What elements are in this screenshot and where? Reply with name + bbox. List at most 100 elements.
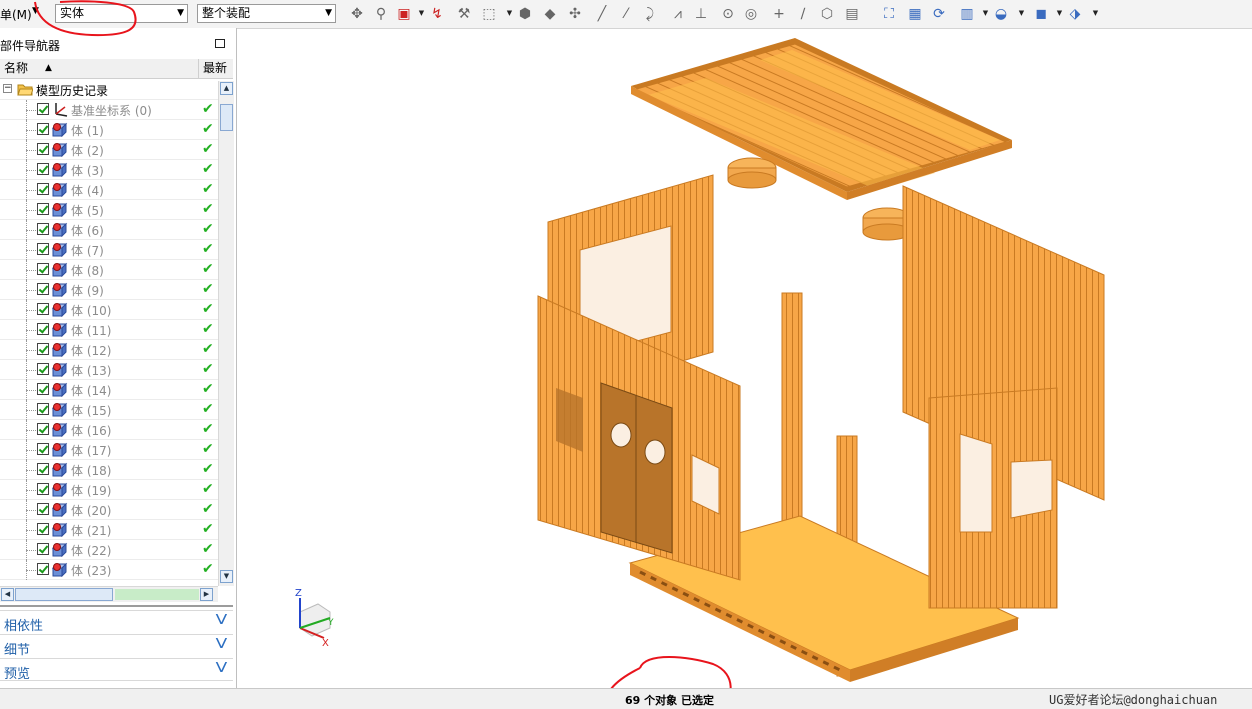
tree-row[interactable]: 体 (6) ✔	[0, 220, 218, 240]
scroll-left-icon[interactable]: ◀	[1, 588, 14, 601]
visibility-checkbox[interactable]	[37, 203, 49, 215]
menu-button[interactable]: 单(M)	[0, 6, 32, 23]
shaded-box-icon[interactable]: ◆	[541, 5, 559, 23]
visibility-checkbox[interactable]	[37, 383, 49, 395]
visibility-checkbox[interactable]	[37, 303, 49, 315]
visibility-checkbox[interactable]	[37, 343, 49, 355]
hscroll-thumb[interactable]	[15, 588, 113, 601]
line-icon[interactable]: ╱	[593, 5, 611, 23]
box-select-icon[interactable]: ⬚	[480, 5, 498, 23]
tree-row[interactable]: 体 (11) ✔	[0, 320, 218, 340]
visibility-checkbox[interactable]	[37, 543, 49, 555]
circle-icon[interactable]: ⊙	[719, 5, 737, 23]
pick-icon[interactable]: ⚲	[372, 5, 390, 23]
grid-view-icon[interactable]: ▥	[958, 5, 976, 23]
tree-row[interactable]: 体 (8) ✔	[0, 260, 218, 280]
slash-icon[interactable]: ∕	[794, 5, 812, 23]
tree-row[interactable]: 体 (17) ✔	[0, 440, 218, 460]
solid-view-icon[interactable]: ⬢	[516, 5, 534, 23]
cube-icon[interactable]: ◼	[1032, 5, 1050, 23]
visibility-checkbox[interactable]	[37, 523, 49, 535]
visibility-checkbox[interactable]	[37, 563, 49, 575]
scroll-down-icon[interactable]: ▼	[220, 570, 233, 583]
visibility-checkbox[interactable]	[37, 503, 49, 515]
render-style-icon[interactable]: ◒	[992, 5, 1010, 23]
tree-row[interactable]: 体 (10) ✔	[0, 300, 218, 320]
tree-root-row[interactable]: − 模型历史记录	[0, 80, 218, 100]
tree-row[interactable]: 体 (23) ✔	[0, 560, 218, 580]
dropdown-arrow-icon[interactable]: ▼	[418, 8, 425, 18]
visibility-checkbox[interactable]	[37, 143, 49, 155]
visibility-checkbox[interactable]	[37, 183, 49, 195]
circle-target-icon[interactable]: ◎	[742, 5, 760, 23]
column-header-latest[interactable]: 最新	[199, 59, 233, 79]
tree-row[interactable]: 体 (14) ✔	[0, 380, 218, 400]
image-icon[interactable]: ▦	[906, 5, 924, 23]
model-icon[interactable]: ⬡	[818, 5, 836, 23]
dropdown-arrow-icon[interactable]: ▼	[1018, 8, 1025, 18]
corner-post-back[interactable]	[781, 292, 803, 536]
tree-row[interactable]: 体 (19) ✔	[0, 480, 218, 500]
collapse-icon[interactable]: −	[3, 84, 12, 93]
lasso-icon[interactable]: ↯	[428, 5, 446, 23]
visibility-checkbox[interactable]	[37, 223, 49, 235]
tree-row[interactable]: 体 (15) ✔	[0, 400, 218, 420]
tree-row[interactable]: 体 (22) ✔	[0, 540, 218, 560]
tree-row[interactable]: 基准坐标系 (0) ✔	[0, 100, 218, 120]
visibility-checkbox[interactable]	[37, 123, 49, 135]
visibility-checkbox[interactable]	[37, 263, 49, 275]
tree-row[interactable]: 体 (13) ✔	[0, 360, 218, 380]
ventilator-left[interactable]	[727, 157, 777, 189]
container-house-model[interactable]: Z Y X	[245, 29, 1252, 706]
scroll-up-icon[interactable]: ▲	[220, 82, 233, 95]
tree-row[interactable]: 体 (16) ✔	[0, 420, 218, 440]
fit-view-icon[interactable]: ⛶	[880, 5, 898, 23]
tree-row[interactable]: 体 (7) ✔	[0, 240, 218, 260]
visibility-checkbox[interactable]	[37, 163, 49, 175]
tree-row[interactable]: 体 (12) ✔	[0, 340, 218, 360]
visibility-checkbox[interactable]	[37, 463, 49, 475]
refresh-icon[interactable]: ⟳	[930, 5, 948, 23]
section-details[interactable]: 细节 V	[0, 634, 233, 658]
tree-row[interactable]: 体 (2) ✔	[0, 140, 218, 160]
tree-row[interactable]: 体 (20) ✔	[0, 500, 218, 520]
tree-row[interactable]: 体 (18) ✔	[0, 460, 218, 480]
section-dependencies[interactable]: 相依性 V	[0, 610, 233, 634]
dropdown-arrow-icon[interactable]: ▼	[506, 8, 513, 18]
visibility-checkbox[interactable]	[37, 423, 49, 435]
roof-panel[interactable]	[631, 38, 1012, 200]
dropdown-arrow-icon[interactable]: ▼	[1092, 8, 1099, 18]
section-preview[interactable]: 预览 V	[0, 658, 233, 682]
vertical-scrollbar[interactable]: ▲ ▼	[218, 81, 234, 586]
select-add-icon[interactable]: ▣	[395, 5, 413, 23]
tree-row[interactable]: 体 (21) ✔	[0, 520, 218, 540]
scroll-thumb[interactable]	[220, 104, 233, 131]
visibility-checkbox[interactable]	[37, 243, 49, 255]
snap-point-icon[interactable]: ✥	[348, 5, 366, 23]
dropdown-arrow-icon[interactable]: ▼	[1056, 8, 1063, 18]
tree-row[interactable]: 体 (5) ✔	[0, 200, 218, 220]
visibility-checkbox[interactable]	[37, 283, 49, 295]
node-icon[interactable]: ✣	[566, 5, 584, 23]
orient-icon[interactable]: ⬗	[1066, 5, 1084, 23]
graphics-viewport[interactable]: Z Y X	[245, 29, 1252, 706]
layer-icon[interactable]: ▤	[843, 5, 861, 23]
visibility-checkbox[interactable]	[37, 323, 49, 335]
maximize-icon[interactable]	[215, 39, 225, 48]
polyline-icon[interactable]: ⩘	[669, 5, 687, 23]
visibility-checkbox[interactable]	[37, 363, 49, 375]
panel-splitter[interactable]	[0, 605, 233, 607]
line2-icon[interactable]: ⁄	[617, 5, 635, 23]
visibility-checkbox[interactable]	[37, 403, 49, 415]
tree-row[interactable]: 体 (4) ✔	[0, 180, 218, 200]
visibility-checkbox[interactable]	[37, 443, 49, 455]
dropdown-arrow-icon[interactable]: ▼	[982, 8, 989, 18]
visibility-checkbox[interactable]	[37, 483, 49, 495]
horizontal-scrollbar[interactable]: ◀ ▶	[0, 586, 218, 602]
scroll-right-icon[interactable]: ▶	[200, 588, 213, 601]
front-right-wall[interactable]	[928, 387, 1058, 609]
cursor-select-icon[interactable]: ⚒	[455, 5, 473, 23]
tree-row[interactable]: 体 (9) ✔	[0, 280, 218, 300]
tree-row[interactable]: 体 (3) ✔	[0, 160, 218, 180]
tree-row[interactable]: 体 (1) ✔	[0, 120, 218, 140]
